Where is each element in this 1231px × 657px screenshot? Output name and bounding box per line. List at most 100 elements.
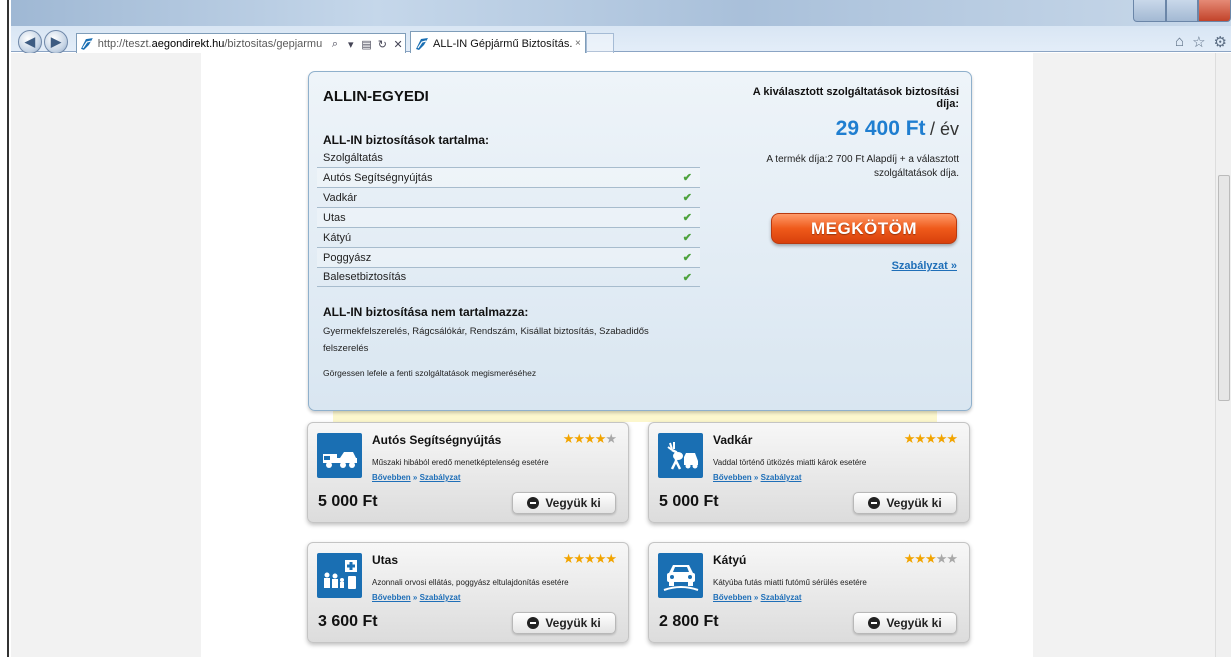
service-card-travel: Utas ★★★★★ Azonnali orvosi ellátás, pogg…	[307, 542, 629, 643]
button-label: Vegyük ki	[545, 496, 601, 510]
close-window-button[interactable]	[1198, 0, 1231, 22]
star-icon: ★	[903, 431, 916, 446]
forward-button[interactable]: ▶	[44, 30, 68, 54]
star-icon: ★	[594, 431, 607, 446]
button-label: Vegyük ki	[886, 496, 942, 510]
service-label: Vadkár	[323, 191, 358, 204]
forward-arrow-icon: ▶	[51, 34, 61, 49]
minus-circle-icon	[868, 617, 881, 629]
card-links: Bővebben » Szabályzat	[713, 593, 801, 602]
star-icon: ★	[573, 551, 585, 566]
service-row: Utas ✔	[317, 207, 700, 227]
compat-view-icon[interactable]: ▤	[360, 36, 374, 52]
price-total: 29 400 Ft / év	[836, 117, 959, 141]
remove-service-button[interactable]: Vegyük ki	[853, 612, 957, 634]
card-description: Vaddal történő ütközés miatti károk eset…	[713, 458, 867, 467]
excluded-text: Gyermekfelszerelés, Rágcsálókár, Rendszá…	[323, 326, 649, 354]
remove-service-button[interactable]: Vegyük ki	[853, 492, 957, 514]
window-controls	[1133, 0, 1231, 22]
card-title: Vadkár	[713, 433, 753, 447]
card-links: Bővebben » Szabályzat	[713, 473, 801, 482]
favorites-star-icon[interactable]: ☆	[1192, 33, 1205, 51]
remove-service-button[interactable]: Vegyük ki	[512, 492, 616, 514]
check-icon: ✔	[682, 232, 692, 244]
star-icon: ★	[903, 551, 916, 566]
star-icon: ★	[925, 431, 937, 446]
star-icon: ★	[925, 551, 937, 566]
rating-stars: ★★★★★	[562, 431, 617, 447]
card-title: Kátyú	[713, 553, 747, 567]
vertical-scrollbar[interactable]	[1215, 53, 1231, 657]
more-link[interactable]: Bővebben	[713, 593, 752, 602]
star-icon: ★	[584, 551, 596, 566]
rules-link[interactable]: Szabályzat »	[892, 260, 957, 272]
new-tab-button[interactable]	[586, 33, 614, 55]
star-icon: ★	[573, 431, 585, 446]
more-link[interactable]: Bővebben	[372, 473, 411, 482]
pothole-car-icon	[658, 553, 703, 598]
star-empty-icon: ★	[946, 551, 958, 566]
rules-link[interactable]: Szabályzat	[420, 593, 461, 602]
service-row: Poggyász ✔	[317, 247, 700, 267]
service-row: Vadkár ✔	[317, 187, 700, 207]
link-separator: »	[410, 473, 420, 482]
service-row: Autós Segítségnyújtás ✔	[317, 167, 700, 187]
rules-link[interactable]: Szabályzat	[761, 473, 802, 482]
price-note: A termék díja:2 700 Ft Alapdíj + a válas…	[766, 154, 959, 179]
service-label: Autós Segítségnyújtás	[323, 171, 433, 184]
tab-active[interactable]: ALL-IN Gépjármű Biztosítás... ×	[410, 31, 586, 55]
star-icon: ★	[914, 431, 926, 446]
package-title: ALLIN-EGYEDI	[323, 88, 429, 105]
price-label: A kiválasztott szolgáltatások biztosítás…	[752, 86, 959, 110]
star-empty-icon: ★	[935, 551, 948, 566]
scroll-hint-text: Görgessen lefele a fenti szolgáltatások …	[323, 368, 537, 378]
excluded-title: ALL-IN biztosítása nem tartalmazza:	[323, 305, 529, 319]
summary-panel: ALLIN-EGYEDI ALL-IN biztosítások tartalm…	[308, 71, 972, 411]
rules-link[interactable]: Szabályzat	[420, 473, 461, 482]
rating-stars: ★★★★★	[562, 551, 617, 567]
star-icon: ★	[562, 431, 575, 446]
check-icon: ✔	[682, 212, 692, 224]
refresh-icon[interactable]: ↻	[375, 36, 389, 52]
star-icon: ★	[605, 551, 617, 566]
tab-close-icon[interactable]: ×	[575, 38, 581, 49]
scrollbar-thumb[interactable]	[1218, 175, 1230, 401]
price-unit: / év	[929, 119, 959, 139]
button-label: Vegyük ki	[545, 616, 601, 630]
minus-circle-icon	[527, 617, 540, 629]
address-bar[interactable]: http://teszt.aegondirekt.hu/biztositas/g…	[76, 33, 406, 55]
home-icon[interactable]: ⌂	[1175, 33, 1184, 51]
rating-stars: ★★★★★	[903, 431, 958, 447]
minimize-button[interactable]	[1133, 0, 1166, 22]
card-description: Azonnali orvosi ellátás, poggyász eltula…	[372, 578, 569, 587]
link-separator: »	[751, 593, 761, 602]
dropdown-arrow-icon[interactable]: ▾	[344, 36, 358, 52]
services-column-header: Szolgáltatás	[323, 152, 383, 164]
service-card-roadside: Autós Segítségnyújtás ★★★★★ Műszaki hibá…	[307, 422, 629, 523]
service-label: Balesetbiztosítás	[323, 271, 407, 283]
window-left-edge	[0, 0, 9, 657]
service-label: Utas	[323, 211, 346, 224]
card-links: Bővebben » Szabályzat	[372, 473, 460, 482]
card-price: 5 000 Ft	[318, 493, 378, 510]
service-row: Balesetbiztosítás ✔	[317, 267, 700, 287]
back-button[interactable]: ◀	[18, 30, 42, 54]
remove-service-button[interactable]: Vegyük ki	[512, 612, 616, 634]
settings-gear-icon[interactable]: ⚙	[1214, 33, 1227, 51]
star-icon: ★	[935, 431, 948, 446]
star-icon: ★	[946, 431, 958, 446]
star-icon: ★	[914, 551, 926, 566]
maximize-button[interactable]	[1165, 0, 1199, 22]
service-label: Kátyú	[323, 231, 352, 244]
sign-contract-button[interactable]: MEGKÖTÖM	[771, 213, 957, 244]
rating-stars: ★★★★★	[903, 551, 958, 567]
link-separator: »	[410, 593, 420, 602]
search-icon[interactable]: ⌕	[328, 36, 342, 52]
stop-icon[interactable]: ✕	[391, 36, 405, 52]
rules-link[interactable]: Szabályzat	[761, 593, 802, 602]
service-card-wildlife: Vadkár ★★★★★ Vaddal történő ütközés miat…	[648, 422, 970, 523]
card-price: 2 800 Ft	[659, 613, 719, 630]
more-link[interactable]: Bővebben	[372, 593, 411, 602]
more-link[interactable]: Bővebben	[713, 473, 752, 482]
star-icon: ★	[562, 551, 575, 566]
